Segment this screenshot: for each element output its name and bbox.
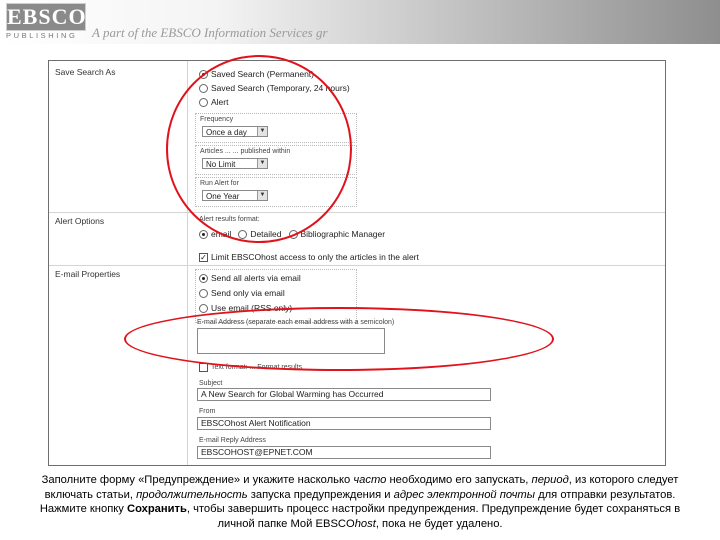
column-divider (187, 61, 188, 465)
radio-label: Send only via email (211, 288, 285, 298)
reply-address-value: EBSCOHOST@EPNET.COM (201, 447, 313, 457)
subject-label: Subject (199, 380, 223, 387)
from-value: EBSCOhost Alert Notification (201, 418, 311, 428)
results-format-label: Alert results format: (199, 216, 260, 223)
radio-icon[interactable] (199, 83, 208, 93)
caption-text: , пока не будет удалено. (375, 517, 503, 530)
radio-label: Saved Search (Temporary, 24 hours) (211, 83, 350, 93)
save-search-as-label: Save Search As (55, 67, 116, 77)
subject-value: A New Search for Global Warming has Occu… (201, 389, 384, 399)
logo-text: EBSCO (6, 3, 87, 31)
frequency-box: Frequency Once a day ▼ (195, 113, 357, 143)
frequency-label: Frequency (200, 116, 234, 123)
articles-select[interactable]: No Limit ▼ (202, 158, 268, 169)
radio-icon[interactable] (199, 229, 208, 239)
format-results-label: Text format: ... Format results (211, 364, 303, 371)
articles-box: Articles ... ... published within No Lim… (195, 145, 357, 175)
chevron-down-icon[interactable]: ▼ (257, 127, 267, 136)
email-properties-label: E-mail Properties (55, 269, 121, 279)
from-label: From (199, 408, 216, 415)
subject-input[interactable]: A New Search for Global Warming has Occu… (197, 388, 491, 401)
radio-email-rss[interactable]: Use email (RSS only) (199, 303, 292, 313)
frequency-select[interactable]: Once a day ▼ (202, 126, 268, 137)
format-label: email (211, 229, 232, 239)
header-banner: EBSCO PUBLISHING A part of the EBSCO Inf… (0, 0, 720, 44)
radio-icon[interactable] (199, 303, 208, 313)
radio-alert[interactable]: Alert (199, 97, 228, 107)
alert-form-panel: Save Search As Saved Search (Permanent) … (48, 60, 666, 466)
caption-text: Заполните форму «Предупреждение» и укажи… (41, 474, 354, 486)
radio-icon[interactable] (238, 229, 248, 239)
radio-email-all[interactable]: Send all alerts via email (199, 273, 301, 283)
limit-access-label: Limit EBSCOhost access to only the artic… (211, 252, 419, 262)
run-for-box: Run Alert for One Year ▼ (195, 177, 357, 207)
logo-subtext: PUBLISHING (6, 31, 78, 40)
format-results-checkbox-row[interactable]: Text format: ... Format results (199, 363, 302, 372)
radio-icon[interactable] (288, 229, 298, 239)
caption-text: запуска предупреждения и (247, 488, 394, 501)
run-for-select[interactable]: One Year ▼ (202, 190, 268, 201)
ebsco-logo: EBSCO PUBLISHING (6, 3, 86, 41)
radio-icon[interactable] (199, 273, 208, 283)
format-label: Detailed (250, 229, 282, 239)
divider (49, 265, 665, 266)
frequency-value: Once a day (206, 128, 247, 137)
email-address-label: E-mail Address (separate each email addr… (197, 319, 395, 326)
articles-value: No Limit (206, 160, 236, 169)
caption-emphasis: адрес электронной почты (393, 488, 535, 501)
banner-tagline: A part of the EBSCO Information Services… (92, 25, 328, 40)
check-icon[interactable] (199, 363, 208, 372)
radio-saved-permanent[interactable]: Saved Search (Permanent) (199, 69, 314, 79)
caption-emphasis: продолжительность (136, 488, 248, 501)
caption-bold: Сохранить (126, 503, 187, 516)
run-for-value: One Year (206, 192, 240, 201)
caption-emphasis: host (354, 517, 376, 530)
radio-label: Saved Search (Permanent) (211, 69, 314, 79)
radio-email-only[interactable]: Send only via email (199, 288, 285, 298)
check-icon[interactable]: ✓ (199, 252, 208, 262)
articles-label: Articles ... ... published within (200, 148, 291, 155)
reply-address-label: E-mail Reply Address (199, 437, 266, 444)
radio-icon[interactable] (199, 69, 208, 79)
format-radio-group: email Detailed Bibliographic Manager (199, 229, 385, 239)
run-for-label: Run Alert for (200, 180, 239, 187)
limit-access-checkbox-row[interactable]: ✓ Limit EBSCOhost access to only the art… (199, 252, 419, 262)
alert-options-label: Alert Options (55, 216, 105, 226)
reply-address-input[interactable]: EBSCOHOST@EPNET.COM (197, 446, 491, 459)
radio-label: Use email (RSS only) (211, 303, 293, 313)
radio-label: Alert (211, 97, 229, 107)
chevron-down-icon[interactable]: ▼ (257, 159, 267, 168)
caption-emphasis: период (531, 474, 569, 486)
caption-emphasis: часто (353, 474, 387, 486)
radio-label: Send all alerts via email (211, 273, 301, 283)
caption-text: необходимо его запускать, (386, 474, 532, 486)
chevron-down-icon[interactable]: ▼ (257, 191, 267, 200)
radio-saved-temporary[interactable]: Saved Search (Temporary, 24 hours) (199, 83, 350, 93)
radio-icon[interactable] (199, 97, 208, 107)
instruction-caption: Заполните форму «Предупреждение» и укажи… (20, 473, 700, 531)
divider (49, 212, 665, 213)
email-address-textarea[interactable] (197, 328, 385, 354)
radio-icon[interactable] (199, 288, 208, 298)
from-input[interactable]: EBSCOhost Alert Notification (197, 417, 491, 430)
format-label: Bibliographic Manager (300, 229, 386, 239)
